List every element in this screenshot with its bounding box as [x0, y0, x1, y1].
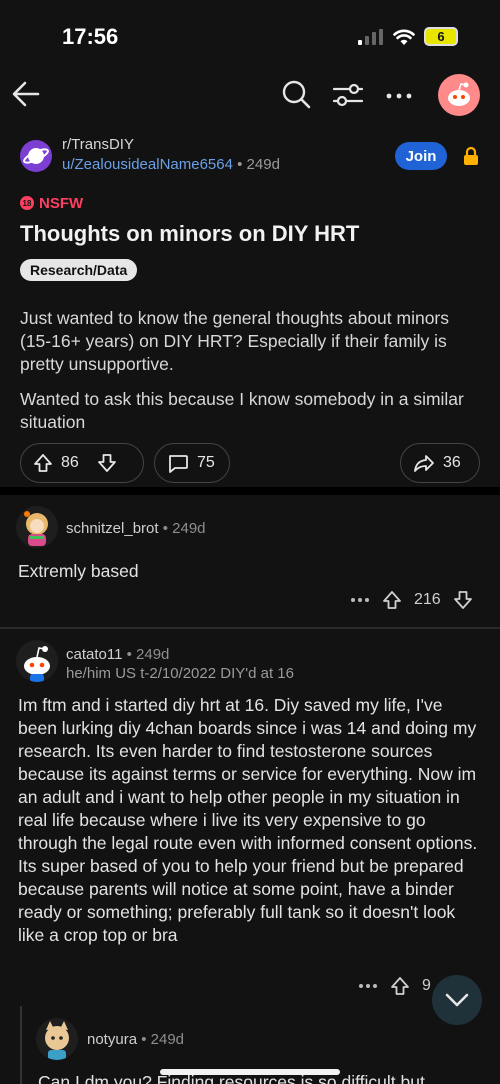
comment-author-line: catato11 • 249d	[66, 646, 169, 663]
comment-divider	[0, 627, 500, 629]
upvote-count: 86	[61, 454, 79, 471]
chevron-down-icon	[445, 993, 469, 1007]
home-indicator[interactable]	[160, 1069, 340, 1075]
subreddit-avatar[interactable]	[20, 140, 52, 172]
post-author-line: u/ZealousidealName6564 • 249d	[62, 156, 280, 173]
comment-author[interactable]: schnitzel_brot	[66, 520, 159, 537]
downvote-icon[interactable]	[97, 453, 117, 473]
post-flair[interactable]: Research/Data	[20, 259, 138, 281]
upvote-icon[interactable]	[390, 976, 410, 996]
battery-level: 6	[437, 29, 445, 44]
comment-avatar[interactable]	[16, 640, 58, 682]
snoo-avatar-icon	[448, 82, 470, 106]
signal-icon	[358, 29, 383, 45]
search-icon[interactable]	[280, 78, 312, 110]
comment-score: 216	[414, 591, 441, 608]
share-icon	[414, 455, 434, 472]
filter-icon[interactable]	[332, 78, 364, 110]
post-paragraph: Just wanted to know the general thoughts…	[20, 308, 450, 374]
comment-icon	[169, 455, 188, 473]
vote-pill: 86	[20, 443, 144, 483]
comment-more-icon[interactable]	[350, 597, 370, 603]
subreddit-name[interactable]: r/TransDIY	[62, 136, 134, 153]
more-icon[interactable]	[384, 78, 414, 110]
thread-line	[20, 1006, 22, 1084]
comment-actions: 9	[358, 972, 431, 1000]
next-comment-button[interactable]	[432, 975, 482, 1025]
status-bar: 17:56 6	[0, 0, 500, 70]
comment-body: Im ftm and i started diy hrt at 16. Diy …	[18, 695, 478, 945]
snoo-avatar-icon	[24, 646, 50, 682]
nsfw-icon: 18	[20, 196, 34, 210]
user-avatar[interactable]	[438, 74, 480, 116]
section-divider	[0, 487, 500, 495]
user-flair: he/him US t-2/10/2022 DIY'd at 16	[66, 665, 294, 682]
share-count: 36	[443, 454, 461, 471]
post-age: • 249d	[232, 156, 280, 173]
upvote-icon[interactable]	[33, 453, 53, 473]
post-title: Thoughts on minors on DIY HRT	[20, 221, 360, 246]
top-nav	[0, 70, 500, 126]
wifi-icon	[393, 29, 415, 45]
post-paragraph: Wanted to ask this because I know somebo…	[20, 389, 464, 432]
comment-count: 75	[197, 454, 215, 471]
nsfw-badge: 18 NSFW	[20, 193, 83, 213]
comments-button[interactable]: 75	[154, 443, 230, 483]
comment-more-icon[interactable]	[358, 983, 378, 989]
join-button[interactable]: Join	[395, 142, 447, 170]
comment-age: • 249d	[137, 1031, 185, 1048]
comment-author-line: notyura • 249d	[87, 1031, 184, 1048]
comment-avatar[interactable]	[16, 506, 58, 548]
comment-body: Extremly based	[18, 561, 139, 581]
comment-author-line: schnitzel_brot • 249d	[66, 520, 206, 537]
avatar-icon	[24, 511, 48, 546]
status-time: 17:56	[62, 24, 119, 49]
post-body: Just wanted to know the general thoughts…	[20, 307, 482, 446]
comment-author[interactable]: catato11	[66, 646, 122, 663]
avatar-icon	[45, 1021, 69, 1060]
comment-score: 9	[422, 977, 431, 994]
battery-indicator: 6	[424, 27, 458, 46]
comment-age: • 249d	[158, 520, 206, 537]
post-author[interactable]: u/ZealousidealName6564	[62, 156, 233, 173]
back-arrow-icon[interactable]	[10, 78, 42, 110]
lock-icon	[464, 146, 478, 165]
downvote-icon[interactable]	[453, 590, 473, 610]
nsfw-label: NSFW	[39, 194, 84, 212]
post-actions: 86 75 36	[20, 443, 480, 483]
comment-avatar[interactable]	[36, 1018, 78, 1060]
comment-age: • 249d	[122, 646, 170, 663]
upvote-icon[interactable]	[382, 590, 402, 610]
comment-actions: 216	[350, 586, 473, 614]
share-button[interactable]: 36	[400, 443, 480, 483]
planet-icon	[23, 148, 49, 164]
post-header: r/TransDIY u/ZealousidealName6564 • 249d…	[20, 136, 480, 180]
comment-author[interactable]: notyura	[87, 1031, 137, 1048]
